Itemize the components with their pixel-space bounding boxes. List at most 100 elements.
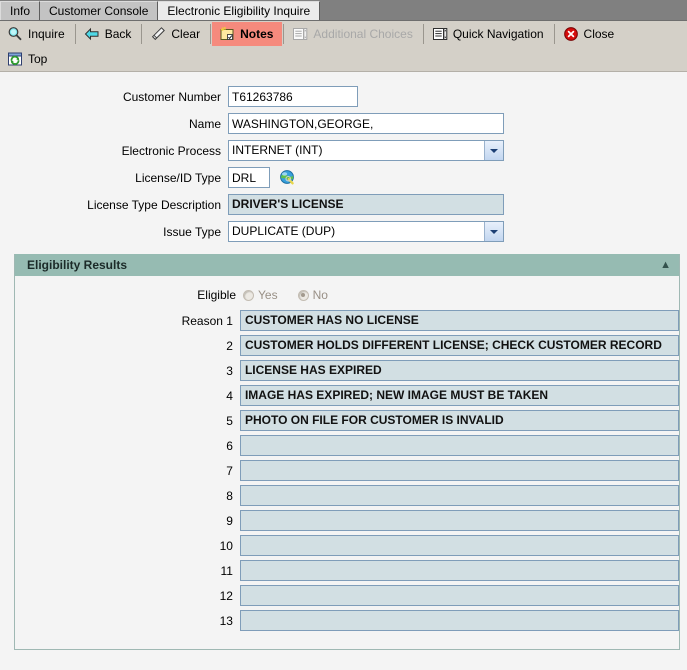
chevron-up-icon[interactable]: ▲	[660, 260, 671, 271]
field-row-issue-type: Issue Type DUPLICATE (DUP)	[0, 221, 687, 242]
reason-label: 5	[15, 414, 240, 428]
clear-button[interactable]: Clear	[143, 22, 209, 46]
note-icon	[219, 26, 235, 42]
issue-type-label: Issue Type	[0, 225, 228, 239]
field-row-license-type-description: License Type Description DRIVER'S LICENS…	[0, 194, 687, 215]
reason-field[interactable]	[240, 460, 679, 481]
reason-label: 10	[15, 539, 240, 553]
customer-number-input[interactable]	[228, 86, 358, 107]
reason-row: 7	[15, 460, 679, 481]
electronic-process-select[interactable]: INTERNET (INT)	[228, 140, 504, 161]
reason-label: 12	[15, 589, 240, 603]
electronic-process-label: Electronic Process	[0, 144, 228, 158]
license-id-type-input[interactable]	[228, 167, 270, 188]
clear-label: Clear	[171, 27, 200, 41]
back-button[interactable]: Back	[77, 22, 141, 46]
eligible-radio-no[interactable]: No	[298, 288, 328, 302]
toolbar-separator	[141, 24, 142, 44]
eligible-row: Eligible Yes No	[15, 285, 679, 305]
quick-navigation-button[interactable]: Quick Navigation	[425, 22, 553, 46]
refresh-window-icon	[7, 51, 23, 67]
form-area: Customer Number Name Electronic Process …	[0, 72, 687, 242]
reason-label: 13	[15, 614, 240, 628]
eligibility-results-title: Eligibility Results	[27, 258, 127, 272]
reason-row: 10	[15, 535, 679, 556]
customer-number-label: Customer Number	[0, 90, 228, 104]
name-input[interactable]	[228, 113, 504, 134]
additional-choices-button: Additional Choices	[285, 22, 421, 46]
eraser-icon	[150, 26, 166, 42]
reason-row: Reason 1CUSTOMER HAS NO LICENSE	[15, 310, 679, 331]
reason-label: 3	[15, 364, 240, 378]
eligible-radio-group: Yes No	[243, 288, 328, 302]
notes-button[interactable]: Notes	[212, 22, 282, 46]
top-button[interactable]: Top	[0, 47, 56, 71]
tab-customer-console[interactable]: Customer Console	[40, 1, 158, 20]
close-label: Close	[584, 27, 615, 41]
reason-field[interactable]	[240, 560, 679, 581]
eligible-radio-yes[interactable]: Yes	[243, 288, 278, 302]
reason-field[interactable]: PHOTO ON FILE FOR CUSTOMER IS INVALID	[240, 410, 679, 431]
chevron-down-icon[interactable]	[484, 222, 503, 241]
close-button[interactable]: Close	[556, 22, 624, 46]
reason-label: 6	[15, 439, 240, 453]
radio-icon-no	[298, 290, 309, 301]
reason-row: 5PHOTO ON FILE FOR CUSTOMER IS INVALID	[15, 410, 679, 431]
field-row-electronic-process: Electronic Process INTERNET (INT)	[0, 140, 687, 161]
reason-row: 4IMAGE HAS EXPIRED; NEW IMAGE MUST BE TA…	[15, 385, 679, 406]
top-label: Top	[28, 52, 47, 66]
close-circle-icon	[563, 26, 579, 42]
reason-field[interactable]	[240, 485, 679, 506]
reason-row: 11	[15, 560, 679, 581]
reason-field[interactable]	[240, 585, 679, 606]
toolbar: Inquire Back Clear	[0, 21, 687, 72]
tab-electronic-eligibility-inquire[interactable]: Electronic Eligibility Inquire	[158, 1, 320, 20]
issue-type-select[interactable]: DUPLICATE (DUP)	[228, 221, 504, 242]
eligible-no-label: No	[313, 288, 328, 302]
radio-icon-yes	[243, 290, 254, 301]
license-id-type-label: License/ID Type	[0, 171, 228, 185]
toolbar-separator	[210, 24, 211, 44]
reason-field[interactable]	[240, 610, 679, 631]
reason-label: 2	[15, 339, 240, 353]
license-type-description-value: DRIVER'S LICENSE	[228, 194, 504, 215]
reason-row: 8	[15, 485, 679, 506]
chevron-down-icon[interactable]	[484, 141, 503, 160]
reason-label: 9	[15, 514, 240, 528]
reason-field[interactable]	[240, 535, 679, 556]
reason-field[interactable]	[240, 510, 679, 531]
reason-field[interactable]: LICENSE HAS EXPIRED	[240, 360, 679, 381]
reason-field[interactable]: CUSTOMER HAS NO LICENSE	[240, 310, 679, 331]
eligible-yes-label: Yes	[258, 288, 278, 302]
left-arrow-icon	[84, 26, 100, 42]
reason-row: 3LICENSE HAS EXPIRED	[15, 360, 679, 381]
reason-field[interactable]	[240, 435, 679, 456]
reason-list: Reason 1CUSTOMER HAS NO LICENSE 2CUSTOMER…	[15, 310, 679, 631]
toolbar-separator	[554, 24, 555, 44]
name-label: Name	[0, 117, 228, 131]
additional-choices-label: Additional Choices	[313, 27, 412, 41]
reason-row: 13	[15, 610, 679, 631]
inquire-button[interactable]: Inquire	[0, 22, 74, 46]
eligibility-results-panel: Eligibility Results ▲ Eligible Yes No Re…	[14, 254, 680, 650]
back-label: Back	[105, 27, 132, 41]
magnifier-icon	[7, 26, 23, 42]
eligible-label: Eligible	[15, 288, 243, 302]
field-row-customer-number: Customer Number	[0, 86, 687, 107]
toolbar-separator	[283, 24, 284, 44]
reason-label: 8	[15, 489, 240, 503]
reason-field[interactable]: IMAGE HAS EXPIRED; NEW IMAGE MUST BE TAK…	[240, 385, 679, 406]
reason-row: 9	[15, 510, 679, 531]
reason-label: 7	[15, 464, 240, 478]
license-type-description-label: License Type Description	[0, 198, 228, 212]
field-row-name: Name	[0, 113, 687, 134]
reason-row: 6	[15, 435, 679, 456]
electronic-process-value: INTERNET (INT)	[229, 141, 484, 160]
globe-search-icon[interactable]	[279, 169, 296, 186]
inquire-label: Inquire	[28, 27, 65, 41]
reason-row: 2CUSTOMER HOLDS DIFFERENT LICENSE; CHECK…	[15, 335, 679, 356]
tab-info[interactable]: Info	[0, 1, 40, 20]
toolbar-separator	[75, 24, 76, 44]
eligibility-results-header: Eligibility Results ▲	[15, 254, 679, 276]
reason-field[interactable]: CUSTOMER HOLDS DIFFERENT LICENSE; CHECK …	[240, 335, 679, 356]
